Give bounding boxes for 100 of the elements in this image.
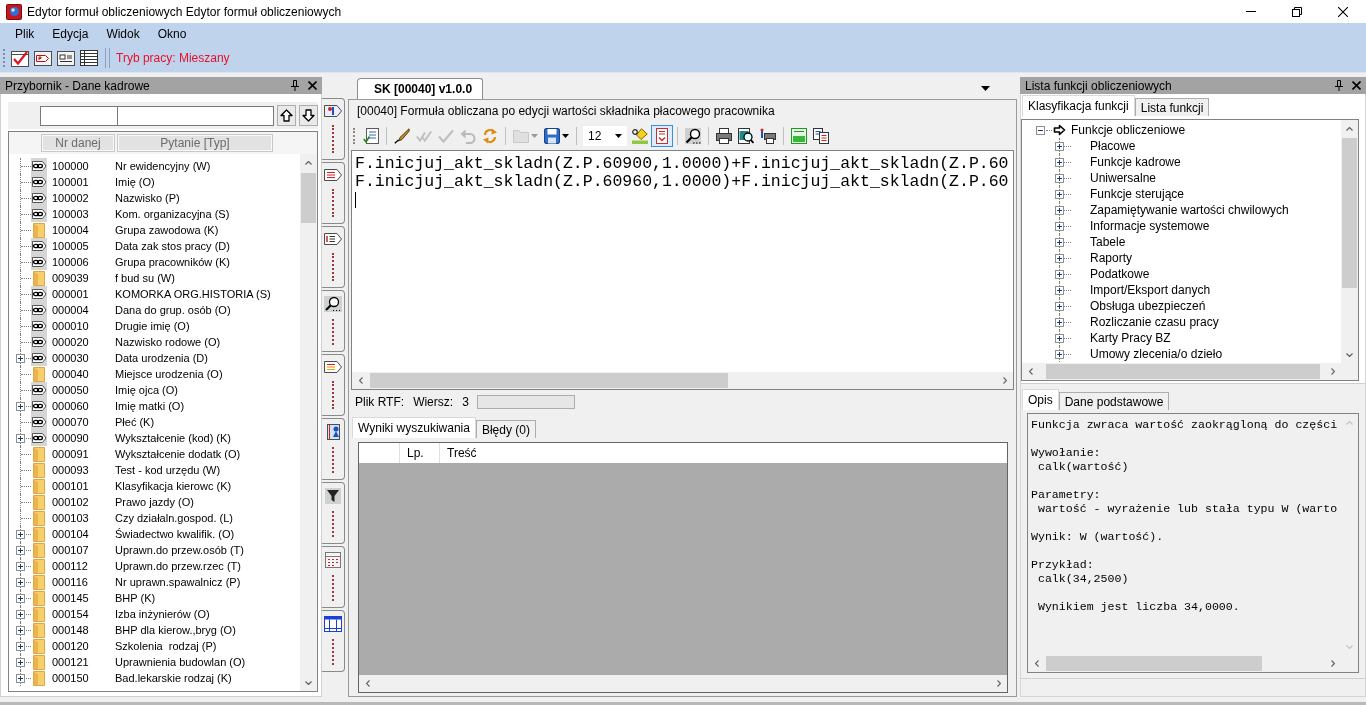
move-down-button[interactable] xyxy=(299,105,318,126)
chevron-right-icon[interactable] xyxy=(1330,368,1335,375)
grip-handle[interactable] xyxy=(3,48,6,67)
document-tab[interactable]: SK [00040] v1.0.0 xyxy=(357,78,484,99)
plus-box-icon[interactable] xyxy=(16,641,25,651)
plus-box-icon[interactable] xyxy=(1055,333,1064,343)
side-tab[interactable] xyxy=(322,290,345,352)
tree-item-label[interactable]: Klasyfikacja kierowc (K) xyxy=(115,480,232,492)
plus-box-icon[interactable] xyxy=(1055,141,1064,151)
tree-item[interactable]: Tabele xyxy=(1090,235,1126,249)
plus-box-icon[interactable] xyxy=(1055,317,1064,327)
pin-icon[interactable] xyxy=(1335,80,1343,91)
tree-item-label[interactable]: Płeć (K) xyxy=(115,416,155,428)
plus-box-icon[interactable] xyxy=(16,545,25,555)
horizontal-scrollbar[interactable] xyxy=(359,675,1007,692)
chevron-down-icon[interactable] xyxy=(1346,352,1353,357)
search-field[interactable] xyxy=(118,105,274,126)
tree-item-label[interactable]: Imię (O) xyxy=(115,176,155,188)
column-header[interactable]: Lp. xyxy=(400,443,440,463)
vertical-scrollbar[interactable] xyxy=(300,154,317,691)
tree-item-label[interactable]: Świadectwo kwalifik. (O) xyxy=(115,528,235,540)
tree-item[interactable]: Funkcje obliczeniowe xyxy=(1071,123,1186,137)
scrollbar-thumb[interactable] xyxy=(1046,656,1262,671)
plus-box-icon[interactable] xyxy=(16,529,25,539)
chevron-left-icon[interactable] xyxy=(358,377,363,384)
scrollbar-thumb[interactable] xyxy=(370,373,728,388)
tree-item-label[interactable]: Izba inżynierów (O) xyxy=(115,608,210,620)
plus-box-icon[interactable] xyxy=(16,657,25,667)
chevron-left-icon[interactable] xyxy=(1028,368,1033,375)
tree-item[interactable]: Import/Eksport danych xyxy=(1090,283,1211,297)
chevron-up-icon[interactable] xyxy=(1346,126,1353,131)
chevron-right-icon[interactable] xyxy=(1330,660,1335,667)
horizontal-scrollbar[interactable] xyxy=(352,372,1013,389)
tree-item-label[interactable]: Nazwisko (P) xyxy=(115,192,180,204)
tree-item-label[interactable]: Czy działaln.gospod. (L) xyxy=(115,512,233,524)
pin-icon[interactable] xyxy=(291,80,299,91)
document-button[interactable] xyxy=(651,125,673,147)
print-preview-button[interactable] xyxy=(735,125,757,147)
grip-handle[interactable] xyxy=(353,128,356,144)
tree-item-label[interactable]: Kom. organizacyjna (S) xyxy=(115,208,230,220)
tree-item-label[interactable]: Uprawnienia budowlan (O) xyxy=(115,656,246,668)
plus-box-icon[interactable] xyxy=(16,433,25,443)
tab[interactable]: Dane podstawowe xyxy=(1058,392,1170,410)
tree-item[interactable]: Informacje systemowe xyxy=(1090,219,1210,233)
plus-box-icon[interactable] xyxy=(16,625,25,635)
minus-box-icon[interactable] xyxy=(1036,125,1045,135)
tree-item-label[interactable]: Grupa zawodowa (K) xyxy=(115,224,219,236)
highlight-button[interactable] xyxy=(629,125,651,147)
font-size-combo[interactable]: 12 xyxy=(583,126,627,146)
tree-item[interactable]: Umowy zlecenia/o dzieło xyxy=(1090,347,1223,361)
side-tab[interactable] xyxy=(322,354,345,416)
close-icon[interactable] xyxy=(1352,81,1361,90)
menu-item[interactable]: Plik xyxy=(6,26,44,41)
side-tab[interactable] xyxy=(322,482,345,544)
tab[interactable]: Klasyfikacja funkcji xyxy=(1022,95,1135,116)
tree-item-label[interactable]: Miejsce urodzenia (O) xyxy=(115,368,223,380)
plus-box-icon[interactable] xyxy=(16,673,25,683)
plus-box-icon[interactable] xyxy=(1055,285,1064,295)
scrollbar-thumb[interactable] xyxy=(301,173,316,223)
chevron-up-icon[interactable] xyxy=(305,160,312,165)
checklist-icon[interactable] xyxy=(11,48,29,67)
chevron-right-icon[interactable] xyxy=(996,680,1001,687)
tree-item-label[interactable]: Nr ewidencyjny (W) xyxy=(115,160,211,172)
tree-item[interactable]: Płacowe xyxy=(1090,139,1136,153)
plus-box-icon[interactable] xyxy=(1055,349,1064,359)
search-field[interactable] xyxy=(40,105,118,126)
plus-box-icon[interactable] xyxy=(16,561,25,571)
tree-item-label[interactable]: BHP dla kierow.,bryg (O) xyxy=(115,624,236,636)
table-icon[interactable] xyxy=(80,48,98,67)
tab[interactable]: Wyniki wyszukiwania xyxy=(352,417,476,438)
tree-item[interactable]: Rozliczanie czasu pracy xyxy=(1090,315,1219,329)
tree-item[interactable]: Raporty xyxy=(1090,251,1133,265)
tree-item[interactable]: Uniwersalne xyxy=(1090,171,1157,185)
tree-item-label[interactable]: Wykształcenie (kod) (K) xyxy=(115,432,232,444)
vertical-scrollbar[interactable] xyxy=(1341,120,1358,363)
horizontal-scrollbar[interactable] xyxy=(1022,363,1341,380)
plus-box-icon[interactable] xyxy=(16,593,25,603)
plus-box-icon[interactable] xyxy=(16,609,25,619)
chevron-left-icon[interactable] xyxy=(365,680,370,687)
caret-down-icon[interactable] xyxy=(981,86,990,91)
plus-box-icon[interactable] xyxy=(1055,205,1064,215)
properties-button[interactable] xyxy=(360,125,382,147)
copy-button[interactable] xyxy=(810,125,832,147)
side-tab[interactable] xyxy=(322,162,345,224)
move-up-button[interactable] xyxy=(277,105,296,126)
plus-box-icon[interactable] xyxy=(1055,173,1064,183)
plus-box-icon[interactable] xyxy=(1055,189,1064,199)
tree-item-label[interactable]: Data urodzenia (D) xyxy=(115,352,208,364)
tree-item-label[interactable]: BHP (K) xyxy=(115,592,156,604)
plus-box-icon[interactable] xyxy=(16,577,25,587)
scrollbar-thumb[interactable] xyxy=(1046,364,1320,379)
tab[interactable]: Lista funkcji xyxy=(1134,98,1210,116)
tree-item[interactable]: Podatkowe xyxy=(1090,267,1150,281)
chevron-down-icon[interactable] xyxy=(305,680,312,685)
tree-item-label[interactable]: Nr uprawn.spawalnicz (P) xyxy=(115,576,241,588)
menu-item[interactable]: Widok xyxy=(97,26,149,41)
tab[interactable]: Opis xyxy=(1022,389,1059,410)
side-tab[interactable] xyxy=(322,98,345,160)
code-editor[interactable]: F.inicjuj_akt_skladn(Z.P.60900,1.0000)+F.inicjuj_akt_skladn(Z.P.60 F.inicjuj_akt_skladn(Z.P.60960,1.0000)+F.inicjuj_akt_skladn(Z.P.60 xyxy=(351,150,1014,390)
tree-item-label[interactable]: Imię ojca (O) xyxy=(115,384,178,396)
